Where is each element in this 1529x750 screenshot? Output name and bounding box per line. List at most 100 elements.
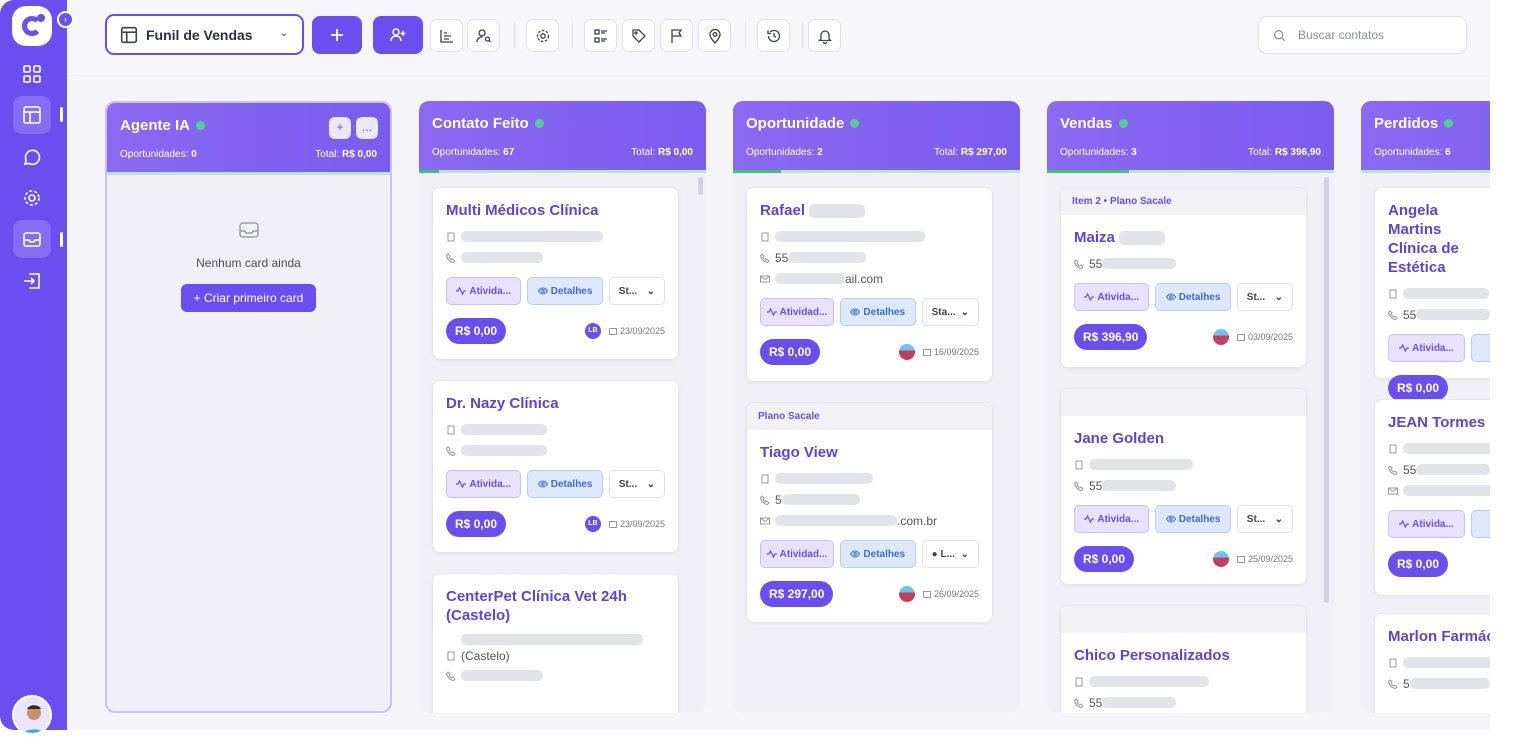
search-icon: [1274, 29, 1286, 41]
mail-icon: [760, 517, 770, 524]
app-logo[interactable]: [12, 6, 52, 46]
card-title: Multi Médicos Clínica: [446, 202, 599, 219]
status-select[interactable]: St... ⌄: [608, 277, 665, 305]
details-button[interactable]: Detalhes: [527, 470, 603, 498]
add-contact-button[interactable]: [373, 16, 423, 54]
sidebar-item-settings[interactable]: [13, 179, 51, 217]
flags-button[interactable]: [660, 19, 693, 52]
reports-button[interactable]: [430, 19, 463, 52]
sidebar-collapse-button[interactable]: ›: [57, 11, 74, 28]
search-placeholder: Buscar contatos: [1298, 28, 1385, 42]
total-value: R$ 396,90: [1274, 147, 1321, 158]
activity-icon: [766, 307, 777, 317]
sidebar-item-board[interactable]: [13, 96, 51, 134]
phone-text: 55: [1403, 462, 1417, 477]
deal-card[interactable]: Item 2 • Plano Sacale Maiza 55 Ativida..…: [1060, 187, 1307, 368]
activities-button[interactable]: Atividad...: [760, 298, 834, 326]
company-field: [1375, 283, 1490, 304]
phone-text: 55: [775, 250, 789, 265]
company-field-continued: (Castelo): [433, 647, 678, 665]
deal-card[interactable]: Multi Médicos Clínica Ativida... Detalhe…: [432, 187, 679, 360]
card-title: Rafael: [747, 188, 992, 220]
add-card-button[interactable]: +: [329, 117, 351, 139]
deal-card[interactable]: Chico Personalizados 55: [1060, 605, 1307, 713]
contacts-button[interactable]: [467, 19, 500, 52]
chevron-down-icon: ⌄: [960, 548, 969, 560]
activity-icon: [766, 549, 777, 559]
phone-field: 55: [1061, 692, 1306, 713]
activities-button[interactable]: Ativida...: [1388, 334, 1465, 362]
user-avatar[interactable]: [12, 695, 52, 735]
card-title: Chico Personalizados: [1074, 647, 1230, 664]
total-label: Total:: [315, 149, 340, 160]
details-button[interactable]: Detalhes: [839, 298, 916, 326]
details-label: Detalhes: [550, 285, 593, 297]
card-date: 23/09/2025: [619, 326, 665, 336]
deal-card[interactable]: JEAN Tormes 55 Ativida... R$ 0,00: [1374, 399, 1490, 596]
building-icon: [1389, 444, 1397, 453]
details-button[interactable]: Detalhes: [1155, 283, 1231, 311]
card-title-text: Maiza: [1074, 229, 1115, 246]
deal-card[interactable]: Rafael 55 ail.com Atividad... Detalhes S…: [746, 187, 993, 382]
search-contacts-input[interactable]: Buscar contatos: [1258, 16, 1467, 54]
list-view-button[interactable]: [584, 19, 617, 52]
activities-button[interactable]: Ativida...: [1388, 510, 1465, 538]
card-title: Jane Golden: [1074, 430, 1165, 447]
column-perdidos: Perdidos Oportunidades: 6 Angela Martins…: [1361, 101, 1490, 713]
more-options-button[interactable]: ...: [356, 117, 378, 139]
card-title: Marlon Farmácia: [1388, 628, 1490, 645]
company-field: [1061, 671, 1306, 692]
deal-card[interactable]: Jane Golden 55 Ativida... Detalhes St...…: [1060, 388, 1307, 585]
add-button[interactable]: [312, 16, 362, 54]
create-first-card-button[interactable]: + Criar primeiro card: [180, 284, 317, 312]
deal-card[interactable]: Marlon Farmácia 5: [1374, 613, 1490, 713]
details-button[interactable]: Detalhes: [839, 540, 916, 568]
status-select[interactable]: St... ⌄: [608, 470, 665, 498]
activities-button[interactable]: Ativida...: [446, 470, 522, 498]
opportunities-count: 0: [191, 149, 197, 160]
details-button[interactable]: Detalhes: [1155, 505, 1231, 533]
inbox-icon: [23, 232, 41, 247]
location-button[interactable]: [698, 19, 731, 52]
flag-icon: [670, 28, 682, 43]
sidebar-item-import[interactable]: [13, 262, 51, 300]
activities-button[interactable]: Ativida...: [1074, 505, 1150, 533]
phone-icon: [1388, 678, 1398, 689]
deal-value-badge: R$ 0,00: [446, 318, 507, 344]
activities-button[interactable]: Ativida...: [1074, 283, 1150, 311]
phone-field: 5: [747, 489, 992, 510]
deal-card[interactable]: CenterPet Clínica Vet 24h (Castelo) (Cas…: [432, 573, 679, 713]
status-select[interactable]: St... ⌄: [1236, 505, 1293, 533]
calendar-icon: [922, 349, 931, 356]
sidebar-item-dashboard[interactable]: [13, 55, 51, 93]
status-dot: [196, 121, 206, 130]
scrollbar[interactable]: [698, 177, 703, 195]
details-button[interactable]: Detalhes: [527, 277, 603, 305]
column-title: Oportunidade: [746, 115, 845, 132]
deal-value-badge: R$ 0,00: [1074, 546, 1135, 572]
scrollbar[interactable]: [1324, 177, 1329, 603]
activities-button[interactable]: Ativida...: [446, 277, 522, 305]
details-button[interactable]: [1471, 510, 1490, 538]
status-select[interactable]: ● L... ⌄: [921, 540, 979, 568]
status-select[interactable]: Sta... ⌄: [921, 298, 979, 326]
sidebar-item-inbox[interactable]: [13, 220, 51, 258]
eye-icon: [850, 308, 861, 316]
card-date: 03/09/2025: [1247, 332, 1293, 342]
activities-button[interactable]: Atividad...: [760, 540, 834, 568]
settings-button[interactable]: [526, 19, 559, 52]
history-button[interactable]: [757, 19, 790, 52]
sidebar-item-whatsapp[interactable]: [13, 138, 51, 176]
funnel-select[interactable]: Funil de Vendas ⌄: [105, 14, 304, 55]
status-label: St...: [1246, 291, 1266, 303]
tags-button[interactable]: [622, 19, 655, 52]
settings-icon: [24, 190, 40, 206]
deal-card[interactable]: Dr. Nazy Clínica Ativida... Detalhes St.…: [432, 380, 679, 553]
deal-card[interactable]: Plano Sacale Tiago View 5 .com.br Ativid…: [746, 402, 993, 623]
status-select[interactable]: St... ⌄: [1236, 283, 1293, 311]
deal-value-badge: R$ 0,00: [760, 339, 821, 365]
deal-card[interactable]: Angela Martins Clínica de Estética 55 At…: [1374, 187, 1490, 401]
details-button[interactable]: [1471, 334, 1490, 362]
notifications-button[interactable]: [808, 19, 841, 52]
status-dot: [1444, 119, 1454, 128]
